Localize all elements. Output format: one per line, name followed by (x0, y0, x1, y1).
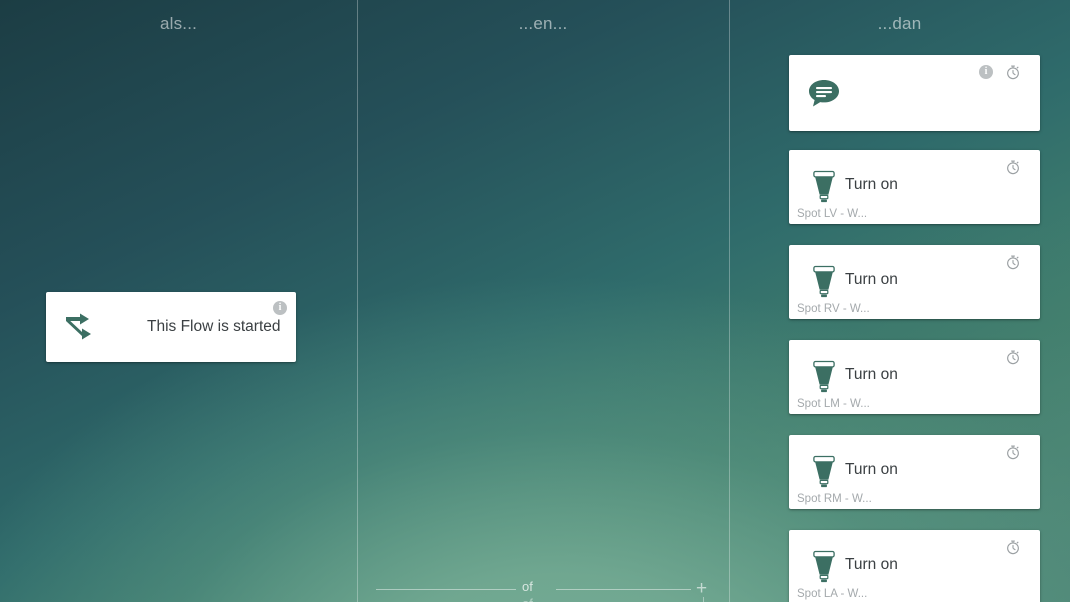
action-card-title: Turn on (845, 271, 898, 288)
stopwatch-icon[interactable] (1005, 539, 1021, 555)
action-card[interactable]: Turn on Spot RV - W... (789, 245, 1040, 319)
divider-line-left (376, 589, 516, 590)
info-icon[interactable]: i (979, 65, 993, 79)
flow-started-card[interactable]: This Flow is started i (46, 292, 296, 362)
action-card[interactable]: Turn on Spot LV - W... (789, 150, 1040, 224)
action-card[interactable]: Turn on Spot LM - W... (789, 340, 1040, 414)
action-card-title: Turn on (845, 556, 898, 573)
action-card-title: Turn on (845, 176, 898, 193)
bottom-control-bar: of of + (358, 576, 730, 602)
say-something-card[interactable]: Say something i (789, 55, 1040, 131)
info-icon[interactable]: i (273, 301, 287, 315)
bottom-trailing-text: anders (888, 590, 927, 602)
light-bulb-icon (805, 546, 843, 588)
divider-line-right (556, 589, 691, 590)
column-header-and: ...en... (518, 14, 568, 33)
action-card-title: Turn on (845, 366, 898, 383)
column-header-then: ...dan (877, 14, 922, 33)
flow-editor-canvas: als... ...en... ...dan This Flow is star… (0, 0, 1070, 602)
action-card-subtitle: Spot LA - W... (797, 588, 868, 600)
column-divider-2 (729, 0, 730, 602)
action-card[interactable]: Turn on Spot RM - W... (789, 435, 1040, 509)
light-bulb-icon (805, 261, 843, 303)
add-card-button-stem (703, 597, 704, 602)
action-card-subtitle: Spot RV - W... (797, 303, 870, 315)
stopwatch-icon[interactable] (1005, 159, 1021, 175)
action-card-subtitle: Spot RM - W... (797, 493, 872, 505)
bottom-bar-label-of: of (522, 579, 533, 594)
action-card-subtitle: Spot LM - W... (797, 398, 870, 410)
flow-card-title: This Flow is started (147, 318, 281, 335)
stopwatch-icon[interactable] (1005, 254, 1021, 270)
column-header-when: als... (159, 14, 198, 33)
column-divider-1 (357, 0, 358, 602)
flow-arrows-icon (62, 306, 100, 348)
speech-bubble-icon (805, 72, 843, 114)
add-card-button[interactable]: + (696, 577, 707, 601)
bottom-bar-label-of-secondary: of (522, 596, 533, 602)
light-bulb-icon (805, 356, 843, 398)
stopwatch-icon[interactable] (1005, 64, 1021, 80)
stopwatch-icon[interactable] (1005, 444, 1021, 460)
stopwatch-icon[interactable] (1005, 349, 1021, 365)
action-card-subtitle: Spot LV - W... (797, 208, 868, 220)
light-bulb-icon (805, 166, 843, 208)
action-card-title: Turn on (845, 461, 898, 478)
light-bulb-icon (805, 451, 843, 493)
